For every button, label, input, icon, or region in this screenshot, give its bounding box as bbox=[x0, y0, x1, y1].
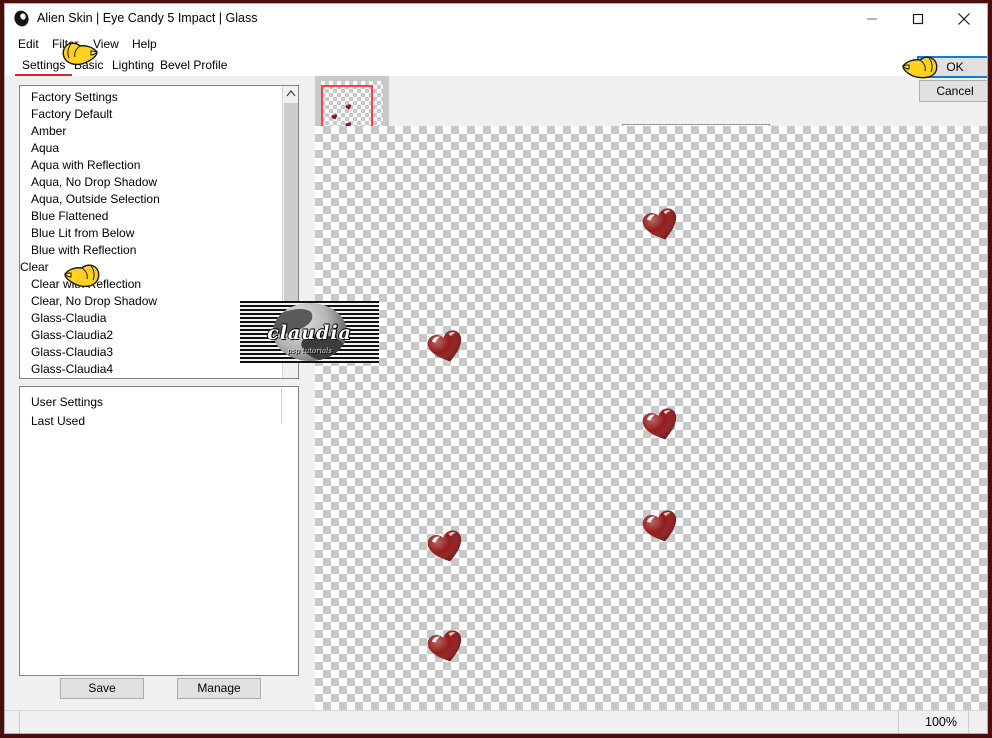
preset-list-item[interactable]: Blue with Reflection bbox=[20, 242, 283, 259]
heart-graphic bbox=[641, 207, 681, 243]
application-window: Alien Skin | Eye Candy 5 Impact | Glass … bbox=[4, 3, 988, 734]
scrollbar-thumb[interactable] bbox=[284, 103, 298, 321]
heart-graphic bbox=[641, 509, 681, 545]
status-separator bbox=[19, 711, 20, 733]
menu-item-edit[interactable]: Edit bbox=[14, 36, 43, 52]
user-setting-item[interactable]: User Settings bbox=[20, 393, 298, 412]
preview-canvas[interactable] bbox=[315, 126, 987, 721]
user-settings-box: User Settings Last Used bbox=[19, 386, 299, 676]
preset-list-item[interactable]: Blue Flattened bbox=[20, 208, 283, 225]
alien-head-icon bbox=[13, 10, 30, 27]
preset-list-item-selected[interactable]: Clear bbox=[20, 259, 49, 276]
watermark-overlay: claudia psp tutorials bbox=[240, 301, 379, 363]
status-separator bbox=[968, 711, 969, 733]
tab-bevel-profile[interactable]: Bevel Profile bbox=[153, 56, 234, 76]
status-bar: 100% bbox=[5, 710, 987, 733]
menu-item-help[interactable]: Help bbox=[128, 36, 161, 52]
preview-panel: Preview Background: None OK Cancel bbox=[311, 56, 987, 721]
preset-list-item[interactable]: Factory Settings bbox=[20, 89, 283, 106]
settings-panel: Factory Settings Factory Default Amber Aqua… bbox=[5, 76, 311, 721]
heart-graphic bbox=[426, 629, 466, 665]
close-button[interactable] bbox=[941, 4, 987, 34]
heart-graphic bbox=[426, 329, 466, 365]
tab-basic[interactable]: Basic bbox=[67, 56, 110, 76]
preset-list-item[interactable]: Glass-Claudia4 bbox=[20, 361, 283, 378]
preset-list-item[interactable]: Clear with Reflection bbox=[20, 276, 283, 293]
save-button[interactable]: Save bbox=[60, 678, 144, 699]
preset-list-item[interactable]: Amber bbox=[20, 123, 283, 140]
user-settings-list[interactable]: User Settings Last Used bbox=[20, 387, 298, 431]
menu-item-view[interactable]: View bbox=[89, 36, 123, 52]
manage-button[interactable]: Manage bbox=[177, 678, 261, 699]
user-setting-item[interactable]: Last Used bbox=[20, 412, 298, 431]
preset-list-item[interactable]: Aqua, Outside Selection bbox=[20, 191, 283, 208]
preset-list-item[interactable]: Clear bbox=[20, 259, 283, 276]
status-separator bbox=[898, 711, 899, 733]
preset-list-item[interactable]: Factory Default bbox=[20, 106, 283, 123]
list-divider bbox=[281, 388, 282, 424]
scroll-up-arrow-icon[interactable] bbox=[283, 86, 298, 102]
minimize-button[interactable] bbox=[849, 4, 895, 34]
preset-list-item[interactable]: Aqua with Reflection bbox=[20, 157, 283, 174]
tab-settings[interactable]: Settings bbox=[15, 56, 73, 76]
watermark-text: claudia bbox=[267, 322, 352, 344]
preset-list-item[interactable]: Aqua bbox=[20, 140, 283, 157]
watermark-subtext: psp tutorials bbox=[287, 347, 332, 355]
preset-list-item[interactable]: Blue Lit from Below bbox=[20, 225, 283, 242]
ok-button[interactable]: OK bbox=[917, 56, 987, 78]
preset-list-item[interactable]: Aqua, No Drop Shadow bbox=[20, 174, 283, 191]
heart-graphic bbox=[426, 529, 466, 565]
maximize-button[interactable] bbox=[895, 4, 941, 34]
menu-bar: Edit Filter View Help bbox=[5, 34, 987, 54]
cancel-button[interactable]: Cancel bbox=[919, 80, 987, 102]
window-title: Alien Skin | Eye Candy 5 Impact | Glass bbox=[37, 11, 258, 25]
tab-strip: Settings Basic Lighting Bevel Profile bbox=[5, 54, 987, 76]
zoom-level-readout: 100% bbox=[925, 715, 957, 729]
heart-graphic bbox=[641, 407, 681, 443]
title-bar: Alien Skin | Eye Candy 5 Impact | Glass bbox=[5, 4, 987, 34]
menu-item-filter[interactable]: Filter bbox=[48, 36, 83, 52]
